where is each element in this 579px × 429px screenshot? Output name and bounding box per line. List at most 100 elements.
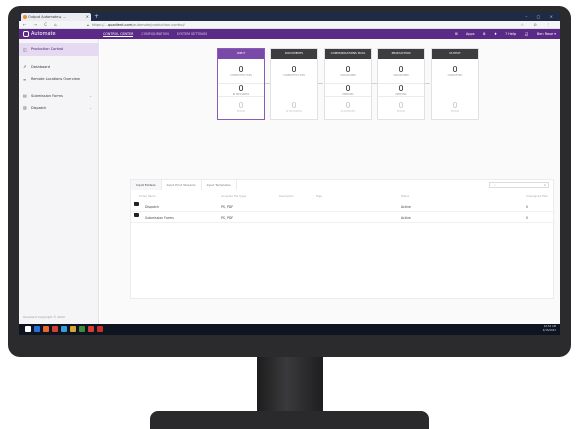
- main-content: INPUT 0 COMPLETED FILES 0 IN PROGRESS 0 ERROR D…: [100, 39, 560, 324]
- stat-label: COMPLETED FILES: [283, 74, 305, 77]
- input-panel: Input Folders Input Print Streams Input Te…: [130, 179, 555, 299]
- column-header[interactable]: Description: [279, 194, 294, 200]
- pipeline-stat[interactable]: 0 UNASSIGNED: [325, 65, 371, 77]
- stat-label: COMPLETED: [447, 74, 463, 77]
- forms-icon: ▤: [23, 93, 27, 98]
- settings-icon[interactable]: ⚙: [483, 32, 486, 36]
- pipeline-stat[interactable]: 0 UNASSIGNED: [378, 65, 424, 77]
- apps-button[interactable]: ⊞ Apps: [455, 32, 475, 36]
- table-header: Folder Name Accepted File Types Descriptio…: [131, 194, 555, 200]
- sidebar-item-dashboard[interactable]: ⇗ Dashboard: [19, 62, 99, 72]
- column-header[interactable]: Folder Name: [139, 194, 156, 200]
- taskbar-app-icon[interactable]: [97, 326, 103, 332]
- browser-nav-buttons[interactable]: ← → C ⌂: [23, 21, 60, 29]
- taskbar-start-icon[interactable]: [25, 326, 31, 332]
- folder-icon: [134, 213, 139, 217]
- browser-tab[interactable]: Output Automate ▸ … ×: [21, 13, 91, 21]
- panel-tab[interactable]: Input Print Streams: [162, 180, 202, 190]
- lock-icon: 🔒︎: [87, 23, 89, 27]
- column-header[interactable]: Tags: [316, 194, 322, 200]
- column-header[interactable]: Unassigned Files: [526, 194, 548, 200]
- close-tab-icon[interactable]: ×: [86, 13, 89, 21]
- menu-item[interactable]: SYSTEM SETTINGS: [177, 32, 207, 36]
- stat-value: 0: [452, 65, 458, 74]
- new-tab-icon[interactable]: +: [94, 13, 99, 20]
- sidebar-item-label: Dashboard: [31, 65, 50, 69]
- stat-value: 0: [398, 65, 404, 74]
- taskbar-app-icon[interactable]: [52, 326, 58, 332]
- pipeline-card-title: PRODUCTION: [378, 49, 424, 59]
- folder-name: Submission Forms: [145, 216, 174, 220]
- pipeline-card[interactable]: OUTPUT 0 COMPLETED 0 ERROR: [431, 48, 479, 120]
- pipeline-stat[interactable]: 0 ERROR: [432, 101, 478, 113]
- taskbar-browser-icon[interactable]: [43, 326, 49, 332]
- pipeline-card[interactable]: DOCUMENTS 0 COMPLETED FILES 0 IN PROGRESS: [270, 48, 318, 120]
- pipeline-card[interactable]: INPUT 0 COMPLETED FILES 0 IN PROGRESS 0 ERROR: [217, 48, 265, 120]
- browser-toolbar-icons[interactable]: ☆ ⊘ ⋮: [521, 21, 554, 29]
- pipeline-stat[interactable]: 0 IN PROGRESS: [218, 83, 264, 97]
- help-button[interactable]: ? Help: [505, 32, 516, 36]
- table-row[interactable]: Dispatch PS, PDF Active 0: [131, 202, 555, 212]
- unassigned-count: 0: [526, 216, 529, 220]
- chevron-down-icon[interactable]: ⌄: [89, 91, 92, 101]
- stage: Output Automate ▸ … × + – ▢ × ← → C ⌂ 🔒︎…: [0, 0, 579, 429]
- taskbar-browser-icon[interactable]: [61, 326, 67, 332]
- menu-item[interactable]: CONFIGURATION: [141, 32, 168, 36]
- pipeline-card-title: OUTPUT: [432, 49, 478, 59]
- monitor-stand-foot: [150, 411, 429, 429]
- sidebar-item-production-control[interactable]: ◫ Production Control: [19, 43, 99, 56]
- monitor-screen: Output Automate ▸ … × + – ▢ × ← → C ⌂ 🔒︎…: [19, 12, 560, 335]
- sidebar-item-submission-forms[interactable]: ▤ Submission Forms ⌄: [19, 91, 99, 101]
- panel-tab[interactable]: Input Folders: [131, 180, 162, 190]
- user-menu[interactable]: 👤︎ Ben Rose ▾: [524, 32, 556, 36]
- notifications-icon[interactable]: ♦: [494, 32, 497, 36]
- pipeline-card[interactable]: COMMUNICATIONS POOL 0 UNASSIGNED 0 PENDING 0 S…: [324, 48, 372, 120]
- sidebar: ◫ Production Control ⇗ Dashboard ≡ Remot…: [19, 39, 99, 324]
- dispatch-icon: ▥: [23, 105, 27, 110]
- taskbar-search-icon[interactable]: [34, 326, 40, 332]
- dashboard-icon: ◫: [23, 47, 27, 52]
- pipeline-stat[interactable]: 0 SUSPENDED: [325, 101, 371, 113]
- stat-label: PENDING: [395, 93, 407, 96]
- pipeline-stat[interactable]: 0 PENDING: [378, 83, 424, 97]
- stat-label: UNASSIGNED: [393, 74, 409, 77]
- sidebar-item-remote-locations[interactable]: ≡ Remote Locations Overview: [19, 74, 99, 88]
- stat-label: PENDING: [342, 93, 354, 96]
- pipeline-card[interactable]: PRODUCTION 0 UNASSIGNED 0 PENDING 0 ERROR: [377, 48, 425, 120]
- app-logo[interactable]: Automate: [22, 30, 56, 38]
- url-field[interactable]: 🔒︎ https://…quadient.com/automate/product…: [87, 22, 447, 28]
- stat-value: 0: [452, 101, 458, 110]
- logo-text: Automate: [31, 31, 56, 37]
- pipeline-stat[interactable]: 0 COMPLETED FILES: [218, 65, 264, 77]
- column-header[interactable]: Accepted File Types: [221, 194, 246, 200]
- folder-icon: [134, 202, 139, 206]
- menu-item[interactable]: CONTROL CENTER: [103, 32, 134, 37]
- stat-label: ERROR: [396, 110, 406, 113]
- chevron-down-icon[interactable]: ⌄: [89, 103, 92, 113]
- stat-value: 0: [238, 101, 244, 110]
- panel-tab[interactable]: Input Templates: [202, 180, 237, 190]
- pipeline-stat[interactable]: 0 COMPLETED: [432, 65, 478, 77]
- column-header[interactable]: Status: [401, 194, 409, 200]
- taskbar-mail-icon[interactable]: [88, 326, 94, 332]
- apps-label: Apps: [465, 32, 475, 36]
- pipeline-card-title: COMMUNICATIONS POOL: [325, 49, 371, 59]
- pipeline-stat[interactable]: 0 ERROR: [378, 101, 424, 113]
- taskbar-store-icon[interactable]: [79, 326, 85, 332]
- clear-search-icon[interactable]: ×: [543, 183, 546, 188]
- accepted-types: PS, PDF: [221, 205, 234, 209]
- pipeline-card-title: DOCUMENTS: [271, 49, 317, 59]
- pipeline-stat[interactable]: 0 IN PROGRESS: [271, 101, 317, 113]
- pipeline-stat[interactable]: 0 PENDING: [325, 83, 371, 97]
- table-row[interactable]: Submission Forms PS, PDF Active 0: [131, 213, 555, 223]
- panel-search-input[interactable]: ⌕ ×: [489, 182, 549, 188]
- stat-value: 0: [238, 65, 244, 74]
- stat-label: IN PROGRESS: [285, 110, 303, 113]
- pipeline-stat[interactable]: 0 ERROR: [218, 101, 264, 113]
- pipeline-stat[interactable]: 0 COMPLETED FILES: [271, 65, 317, 77]
- sidebar-item-dispatch[interactable]: ▥ Dispatch ⌄: [19, 103, 99, 113]
- stat-value: 0: [398, 101, 404, 110]
- monitor-stand-neck: [257, 357, 323, 415]
- window-controls[interactable]: – ▢ ×: [525, 12, 557, 21]
- taskbar-folder-icon[interactable]: [70, 326, 76, 332]
